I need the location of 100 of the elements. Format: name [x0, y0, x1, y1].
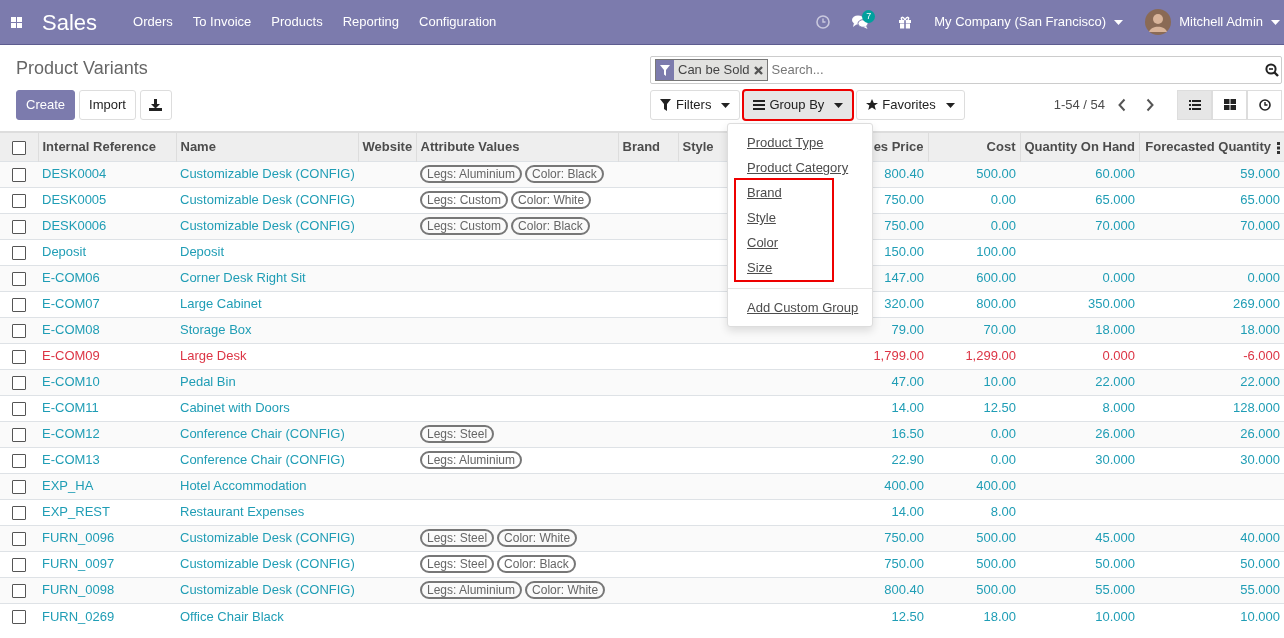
- table-cell: 55.000: [1095, 582, 1135, 598]
- table-cell: Deposit: [42, 244, 87, 260]
- column-header[interactable]: Name: [180, 139, 216, 154]
- create-button[interactable]: Create: [16, 89, 76, 120]
- search-facet[interactable]: Can be Sold: [655, 59, 768, 81]
- row-checkbox[interactable]: [12, 271, 26, 286]
- menu-item[interactable]: Products: [271, 12, 323, 32]
- menu-item[interactable]: Product Type: [728, 130, 872, 155]
- table-cell: Office Chair Black: [180, 608, 284, 624]
- table-cell: 0.000: [1247, 270, 1280, 286]
- table-cell: 18.000: [1095, 322, 1135, 338]
- table-cell: Customizable Desk (CONFIG): [180, 218, 355, 234]
- table-cell: 800.40: [884, 166, 924, 182]
- table-cell: 18.000: [1240, 322, 1280, 338]
- row-checkbox[interactable]: [12, 531, 26, 546]
- row-checkbox[interactable]: [12, 349, 26, 364]
- company-switcher[interactable]: My Company (San Francisco): [934, 12, 1124, 32]
- caret-icon: [834, 102, 844, 108]
- table-cell: Customizable Desk (CONFIG): [180, 556, 355, 572]
- caret-icon: [1271, 19, 1280, 25]
- menu-item[interactable]: Orders: [133, 12, 173, 32]
- row-checkbox[interactable]: [12, 479, 26, 494]
- table-cell: Customizable Desk (CONFIG): [180, 192, 355, 208]
- row-checkbox[interactable]: [12, 610, 26, 625]
- attribute-tag: Legs: Custom: [420, 191, 509, 210]
- view-switch-button[interactable]: [1212, 90, 1247, 120]
- table-cell: DESK0004: [42, 166, 107, 182]
- table-cell: 30.000: [1095, 452, 1135, 468]
- menu-item[interactable]: Add Custom Group: [728, 295, 872, 320]
- user-menu[interactable]: Mitchell Admin: [1145, 9, 1280, 35]
- select-all-checkbox[interactable]: [11, 140, 26, 155]
- table-cell: 750.00: [884, 218, 924, 234]
- row-checkbox[interactable]: [12, 245, 26, 260]
- row-checkbox[interactable]: [12, 323, 26, 338]
- row-checkbox[interactable]: [12, 427, 26, 442]
- table-cell: 350.000: [1088, 296, 1135, 312]
- column-options-icon[interactable]: [1277, 141, 1280, 154]
- table-cell: Restaurant Expenses: [180, 504, 305, 520]
- table-cell: 750.00: [884, 556, 924, 572]
- search-icon[interactable]: [1265, 63, 1279, 77]
- row-checkbox[interactable]: [12, 401, 26, 416]
- previous-icon[interactable]: [1117, 98, 1127, 112]
- menu-item[interactable]: Configuration: [419, 12, 497, 32]
- row-checkbox[interactable]: [12, 375, 26, 390]
- attribute-tag: Legs: Aluminium: [420, 451, 523, 470]
- attribute-tag: Color: White: [497, 529, 578, 548]
- next-icon[interactable]: [1145, 98, 1155, 112]
- row-checkbox[interactable]: [12, 453, 26, 468]
- row-checkbox[interactable]: [12, 505, 26, 520]
- table-cell: FURN_0098: [42, 582, 115, 598]
- table-cell: E-COM11: [42, 400, 99, 416]
- table-cell: DESK0006: [42, 218, 107, 234]
- search-option-button[interactable]: Favorites: [856, 90, 965, 120]
- table-cell: 26.000: [1240, 426, 1280, 442]
- row-checkbox[interactable]: [12, 583, 26, 598]
- menu-item[interactable]: Color: [736, 230, 832, 255]
- row-checkbox[interactable]: [12, 297, 26, 312]
- search-option-button[interactable]: Group By: [743, 90, 854, 120]
- menu-item[interactable]: Product Category: [728, 155, 872, 180]
- table-cell: 750.00: [884, 192, 924, 208]
- row-checkbox[interactable]: [12, 193, 26, 208]
- menu-item[interactable]: Size: [736, 255, 832, 280]
- table-cell: Deposit: [180, 244, 225, 260]
- table-cell: Cabinet with Doors: [180, 400, 290, 416]
- remove-icon[interactable]: [753, 65, 763, 75]
- column-header[interactable]: es Price: [873, 139, 924, 154]
- menu-item[interactable]: Reporting: [342, 12, 399, 32]
- table-cell: 0.00: [990, 426, 1016, 442]
- table-cell: FURN_0096: [42, 530, 115, 546]
- row-checkbox[interactable]: [12, 219, 26, 234]
- column-header[interactable]: Cost: [986, 139, 1016, 154]
- row-checkbox[interactable]: [12, 557, 26, 572]
- menu-item[interactable]: Brand: [736, 180, 832, 205]
- menu-item[interactable]: To Invoice: [192, 12, 252, 32]
- menu-icon: [753, 99, 766, 111]
- row-checkbox[interactable]: [12, 167, 26, 182]
- attribute-tag: Color: Black: [525, 165, 604, 184]
- table-cell: Customizable Desk (CONFIG): [180, 530, 355, 546]
- table-cell: 22.000: [1095, 374, 1135, 390]
- table-cell: 79.00: [891, 322, 924, 338]
- search-field[interactable]: Can be Sold Search...: [650, 56, 1282, 84]
- table-cell: 1,299.00: [965, 348, 1016, 364]
- gift-icon[interactable]: [898, 15, 913, 29]
- table-cell: 500.00: [976, 530, 1016, 546]
- table-cell: 500.00: [976, 166, 1016, 182]
- clock-icon: [1258, 99, 1271, 111]
- table-cell: 10.00: [983, 374, 1016, 390]
- attribute-tag: Legs: Custom: [420, 217, 509, 236]
- import-button[interactable]: Import: [79, 89, 136, 120]
- menu-item[interactable]: Style: [736, 205, 832, 230]
- view-switch-button[interactable]: [1177, 90, 1212, 120]
- download-button[interactable]: [139, 89, 172, 120]
- search-option-button[interactable]: Filters: [650, 90, 741, 120]
- star-icon: [866, 99, 879, 111]
- apps-menu-icon[interactable]: [11, 16, 22, 28]
- view-switch-button[interactable]: [1247, 90, 1282, 120]
- attribute-tag: Color: Black: [497, 555, 576, 574]
- table-cell: E-COM10: [42, 374, 100, 390]
- table-cell: 100.00: [976, 244, 1016, 260]
- table-cell: 750.00: [884, 530, 924, 546]
